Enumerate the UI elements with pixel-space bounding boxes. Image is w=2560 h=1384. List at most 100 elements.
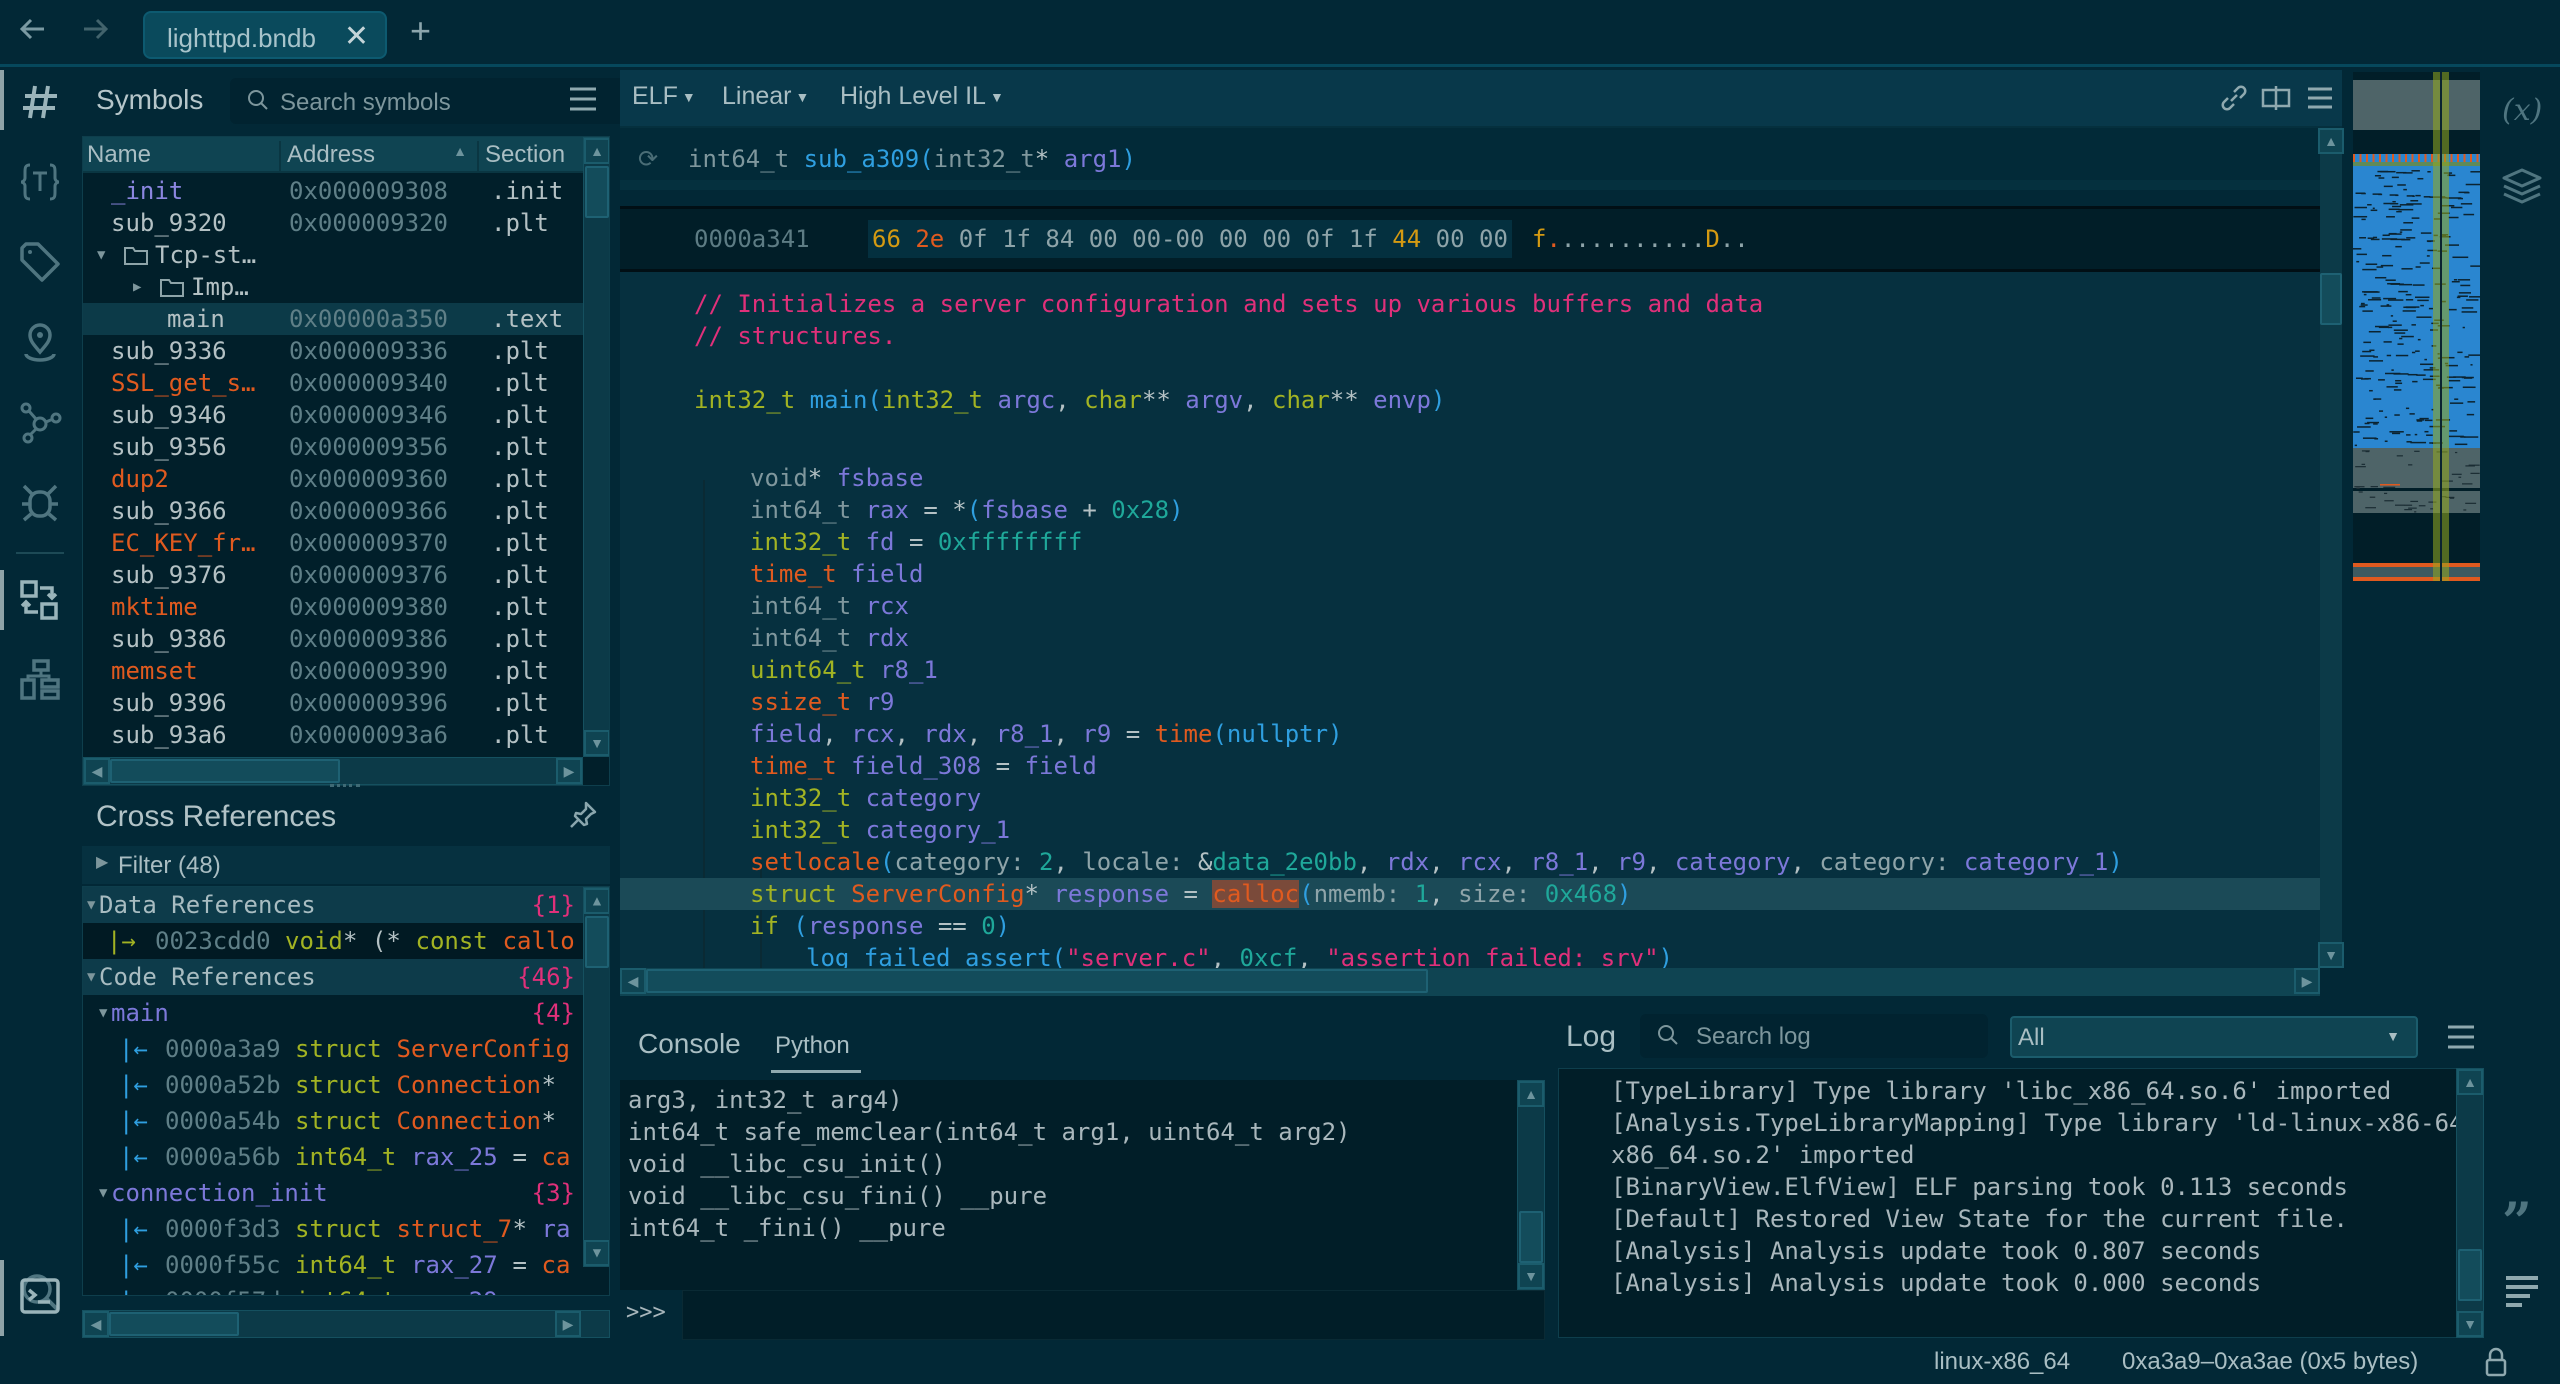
- code-line[interactable]: // structures.: [620, 320, 2320, 352]
- code-line[interactable]: int32_t fd = 0xffffffff: [620, 526, 2320, 558]
- xref-section-header[interactable]: ▼Data References{1}: [83, 887, 583, 923]
- xref-row[interactable]: |→0023cdd0void* (* const callo: [83, 923, 583, 959]
- hex-byte[interactable]: 1f: [988, 225, 1031, 253]
- text-lines-icon[interactable]: [2500, 1270, 2544, 1314]
- tags-sidebar-button[interactable]: [14, 236, 66, 288]
- hex-byte[interactable]: 0f: [944, 225, 987, 253]
- locations-sidebar-button[interactable]: [14, 316, 66, 368]
- hex-byte[interactable]: 66: [872, 225, 901, 253]
- xref-row[interactable]: |←0000a52bstruct Connection*: [83, 1067, 583, 1103]
- code-line[interactable]: uint64_t r8_1: [620, 654, 2320, 686]
- xrefs-vertical-scrollbar[interactable]: ▲ ▼: [583, 887, 610, 1267]
- chevron-down-icon[interactable]: ▼: [99, 995, 107, 1031]
- symbol-row[interactable]: ▶Imp…: [83, 271, 583, 303]
- symbol-row[interactable]: dup20x000009360.plt: [83, 463, 583, 495]
- log-vertical-scrollbar[interactable]: ▲ ▼: [2456, 1068, 2484, 1338]
- xref-row[interactable]: |←0000a3a9struct ServerConfig: [83, 1031, 583, 1067]
- symbols-sidebar-button[interactable]: [14, 76, 66, 128]
- log-search-input[interactable]: Search log: [1640, 1014, 1988, 1058]
- forward-button[interactable]: [80, 14, 110, 52]
- scroll-up-button[interactable]: ▲: [2318, 128, 2344, 154]
- code-line[interactable]: int64_t rdx: [620, 622, 2320, 654]
- code-line[interactable]: int64_t rcx: [620, 590, 2320, 622]
- debugger-sidebar-button[interactable]: [14, 476, 66, 528]
- chevron-down-icon[interactable]: ▼: [97, 239, 105, 271]
- scroll-right-button[interactable]: ▶: [2294, 968, 2320, 994]
- column-header-name[interactable]: Name: [85, 141, 281, 171]
- xref-row[interactable]: |←0000a54bstruct Connection*: [83, 1103, 583, 1139]
- il-level-dropdown[interactable]: High Level IL▼: [840, 82, 1004, 111]
- hex-byte[interactable]: 84: [1031, 225, 1074, 253]
- types-sidebar-button[interactable]: [14, 156, 66, 208]
- hex-byte[interactable]: 00: [1421, 225, 1464, 253]
- scroll-down-button[interactable]: ▼: [584, 730, 610, 756]
- variables-icon[interactable]: (x): [2500, 88, 2544, 132]
- column-header-section[interactable]: Section: [481, 141, 583, 171]
- xref-function-group[interactable]: ▼connection_init{3}: [83, 1175, 583, 1211]
- symbol-row[interactable]: sub_93560x000009356.plt: [83, 431, 583, 463]
- hex-byte[interactable]: 1f: [1334, 225, 1377, 253]
- scroll-thumb[interactable]: [110, 759, 340, 783]
- scroll-thumb[interactable]: [2458, 1249, 2482, 1301]
- xref-section-header[interactable]: ▼Code References{46}: [83, 959, 583, 995]
- symbol-row[interactable]: sub_93860x000009386.plt: [83, 623, 583, 655]
- log-level-dropdown[interactable]: All ▼: [2010, 1016, 2418, 1058]
- code-line[interactable]: ssize_t r9: [620, 686, 2320, 718]
- hex-byte[interactable]: 0f: [1291, 225, 1334, 253]
- scroll-thumb[interactable]: [2320, 273, 2342, 325]
- scroll-down-button[interactable]: ▼: [584, 1240, 610, 1266]
- link-icon[interactable]: [2218, 82, 2250, 114]
- scroll-down-button[interactable]: ▼: [2457, 1311, 2483, 1337]
- symbol-row[interactable]: _init0x000009308.init: [83, 175, 583, 207]
- hex-byte[interactable]: 44: [1378, 225, 1421, 253]
- symbol-row[interactable]: memset0x000009390.plt: [83, 655, 583, 687]
- symbol-row[interactable]: mktime0x000009380.plt: [83, 591, 583, 623]
- scroll-left-button[interactable]: ◀: [84, 758, 110, 784]
- lock-icon[interactable]: [2484, 1346, 2508, 1378]
- code-line[interactable]: [620, 352, 2320, 384]
- scroll-left-button[interactable]: ◀: [620, 968, 646, 994]
- code-line[interactable]: time_t field: [620, 558, 2320, 590]
- tab-console[interactable]: Console: [638, 1028, 741, 1060]
- console-vertical-scrollbar[interactable]: ▲ ▼: [1517, 1080, 1545, 1290]
- back-button[interactable]: [18, 14, 48, 52]
- symbol-row[interactable]: sub_93660x000009366.plt: [83, 495, 583, 527]
- graph-sidebar-button[interactable]: [14, 396, 66, 448]
- scroll-thumb[interactable]: [585, 166, 609, 218]
- symbols-horizontal-scrollbar[interactable]: ◀ ▶: [83, 757, 583, 785]
- scroll-thumb[interactable]: [109, 1312, 239, 1336]
- xrefs-filter-toggle[interactable]: ▶ Filter (48): [82, 846, 610, 884]
- symbol-row[interactable]: SSL_get_s…0x000009340.plt: [83, 367, 583, 399]
- symbol-row[interactable]: sub_93360x000009336.plt: [83, 335, 583, 367]
- quote-icon[interactable]: ”: [2500, 1198, 2544, 1242]
- symbol-row[interactable]: sub_93760x000009376.plt: [83, 559, 583, 591]
- minimap[interactable]: [2350, 70, 2480, 1000]
- code-line[interactable]: field, rcx, rdx, r8_1, r9 = time(nullptr…: [620, 718, 2320, 750]
- scroll-thumb[interactable]: [646, 969, 1428, 993]
- code-line[interactable]: void* fsbase: [620, 462, 2320, 494]
- symbols-vertical-scrollbar[interactable]: ▲ ▼: [583, 137, 610, 757]
- code-line[interactable]: int32_t category_1: [620, 814, 2320, 846]
- scroll-left-button[interactable]: ◀: [83, 1311, 109, 1337]
- code-horizontal-scrollbar[interactable]: ◀ ▶: [620, 968, 2320, 996]
- scroll-up-button[interactable]: ▲: [584, 138, 610, 164]
- symbol-row[interactable]: EC_KEY_fr…0x000009370.plt: [83, 527, 583, 559]
- splitter-handle[interactable]: [330, 784, 360, 788]
- hex-byte[interactable]: 00: [1074, 225, 1117, 253]
- split-view-icon[interactable]: [2260, 82, 2292, 114]
- code-line[interactable]: // Initializes a server configuration an…: [620, 288, 2320, 320]
- menu-icon[interactable]: [2446, 1024, 2476, 1050]
- code-line[interactable]: time_t field_308 = field: [620, 750, 2320, 782]
- hierarchy-sidebar-button[interactable]: [14, 654, 66, 706]
- scroll-up-button[interactable]: ▲: [584, 888, 610, 914]
- chevron-down-icon[interactable]: ▼: [87, 887, 95, 923]
- scroll-up-button[interactable]: ▲: [2457, 1069, 2483, 1095]
- menu-icon[interactable]: [2304, 82, 2336, 114]
- hex-byte[interactable]: 00-00: [1118, 225, 1205, 253]
- pin-icon[interactable]: [568, 800, 598, 830]
- view-mode-dropdown[interactable]: Linear▼: [722, 82, 809, 111]
- hex-byte[interactable]: 2e: [901, 225, 944, 253]
- symbol-row[interactable]: ▼Tcp-st…: [83, 239, 583, 271]
- hex-byte[interactable]: 00: [1204, 225, 1247, 253]
- xref-row[interactable]: |←0000a56bint64_t rax_25 = ca: [83, 1139, 583, 1175]
